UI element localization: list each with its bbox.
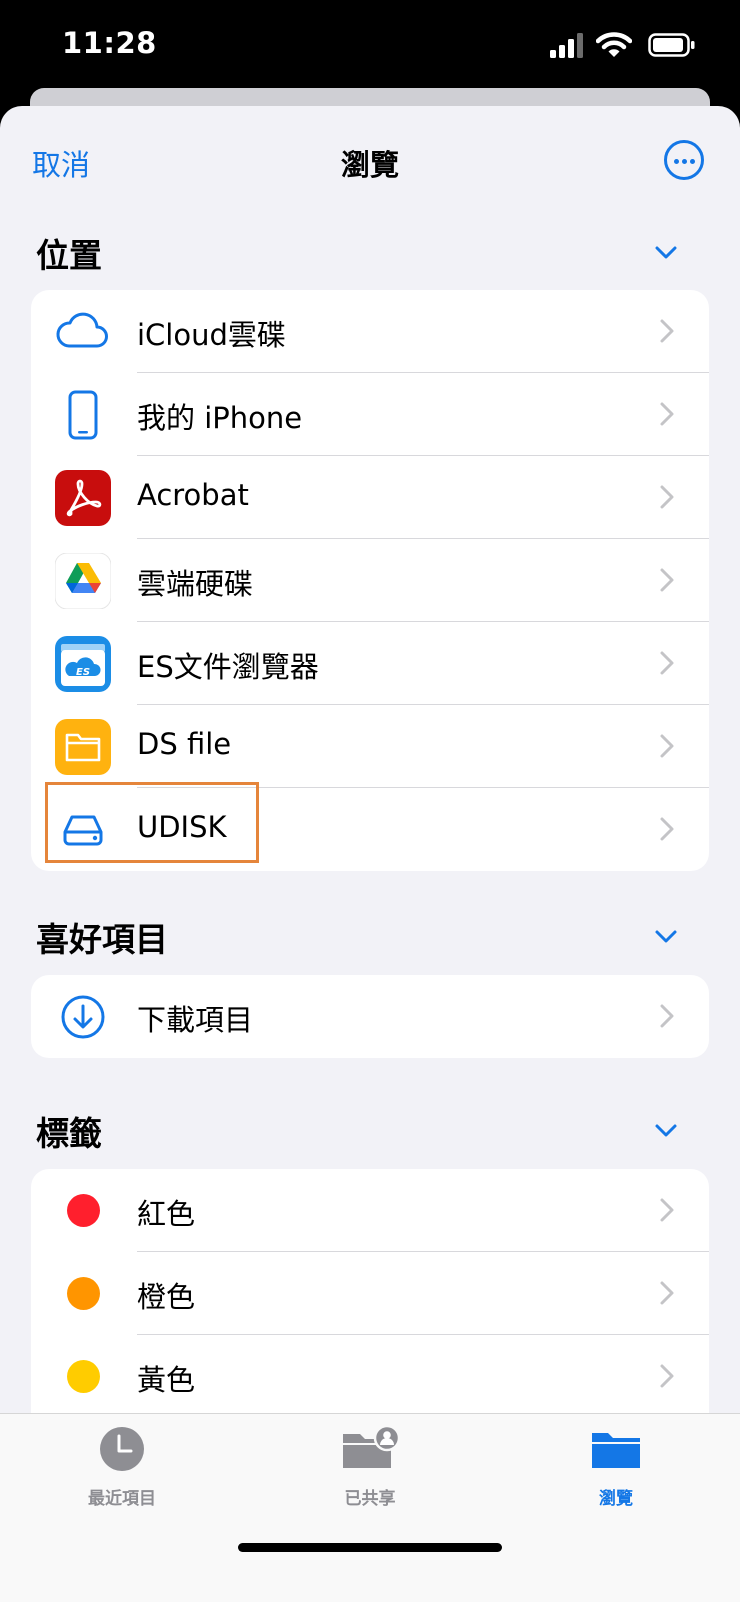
chevron-right-icon <box>660 402 674 426</box>
more-options-button[interactable] <box>664 140 704 180</box>
yellow-tag-dot-icon <box>67 1360 100 1393</box>
battery-icon <box>648 33 695 57</box>
list-item-my-iphone[interactable]: 我的 iPhone <box>31 373 709 456</box>
chevron-right-icon <box>660 1281 674 1305</box>
chevron-right-icon <box>660 734 674 758</box>
folder-icon <box>55 719 111 775</box>
status-icons <box>550 32 700 62</box>
list-item-ds-file[interactable]: DS file <box>31 705 709 788</box>
udisk-highlight-box <box>45 782 259 863</box>
chevron-down-icon[interactable] <box>654 240 678 264</box>
chevron-right-icon <box>660 1004 674 1028</box>
chevron-right-icon <box>660 568 674 592</box>
section-header-locations: 位置 <box>36 236 102 275</box>
list-item-tag-orange[interactable]: 橙色 <box>31 1252 709 1335</box>
tab-browse[interactable]: 瀏覽 <box>516 1426 716 1509</box>
status-time: 11:28 <box>62 26 157 60</box>
ellipsis-dot <box>690 159 695 164</box>
chevron-down-icon[interactable] <box>654 1118 678 1142</box>
page-title: 瀏覽 <box>340 148 399 182</box>
clock-icon <box>100 1427 144 1471</box>
acrobat-icon <box>55 470 111 526</box>
home-indicator[interactable] <box>238 1543 502 1552</box>
shared-folder-icon <box>343 1424 401 1468</box>
chevron-right-icon <box>660 817 674 841</box>
chevron-down-icon[interactable] <box>654 924 678 948</box>
tab-label: 最近項目 <box>88 1489 156 1509</box>
list-item-label: 下載項目 <box>137 1003 254 1037</box>
tags-list: 紅色 橙色 黃色 <box>31 1169 709 1429</box>
tab-shared[interactable]: 已共享 <box>270 1424 470 1509</box>
wifi-icon <box>596 32 632 57</box>
list-item-tag-yellow[interactable]: 黃色 <box>31 1335 709 1418</box>
list-item-label: ES文件瀏覽器 <box>137 650 319 684</box>
chevron-right-icon <box>660 1198 674 1222</box>
list-item-icloud[interactable]: iCloud雲碟 <box>31 290 709 373</box>
ellipsis-icon <box>674 159 679 164</box>
navigation-bar: 取消 瀏覽 <box>0 106 740 216</box>
tab-label: 已共享 <box>344 1489 396 1509</box>
chevron-right-icon <box>660 485 674 509</box>
list-item-label: 雲端硬碟 <box>137 567 254 601</box>
list-item-es-file-explorer[interactable]: ES ES文件瀏覽器 <box>31 622 709 705</box>
list-item-google-drive[interactable]: 雲端硬碟 <box>31 539 709 622</box>
tab-bar: 最近項目 已共享 瀏覽 <box>0 1413 740 1602</box>
chevron-right-icon <box>660 1364 674 1388</box>
ellipsis-dot <box>682 159 687 164</box>
google-drive-icon <box>55 553 111 609</box>
favorites-list: 下載項目 <box>31 975 709 1058</box>
iphone-icon <box>68 390 98 440</box>
signal-icon <box>550 33 583 58</box>
list-item-label: Acrobat <box>137 478 249 512</box>
folder-icon <box>592 1433 640 1468</box>
section-header-favorites: 喜好項目 <box>36 920 168 959</box>
es-file-explorer-icon: ES <box>55 636 111 692</box>
list-item-label: 黃色 <box>137 1363 196 1397</box>
orange-tag-dot-icon <box>67 1277 100 1310</box>
red-tag-dot-icon <box>67 1194 100 1227</box>
list-item-acrobat[interactable]: Acrobat <box>31 456 709 539</box>
download-icon <box>61 995 105 1039</box>
tab-label: 瀏覽 <box>599 1489 633 1509</box>
list-item-tag-red[interactable]: 紅色 <box>31 1169 709 1252</box>
tab-recents[interactable]: 最近項目 <box>22 1426 222 1509</box>
list-item-label: 紅色 <box>137 1197 196 1231</box>
chevron-right-icon <box>660 319 674 343</box>
svg-text:ES: ES <box>76 667 90 678</box>
list-item-label: 橙色 <box>137 1280 196 1314</box>
chevron-right-icon <box>660 651 674 675</box>
list-item-downloads[interactable]: 下載項目 <box>31 975 709 1058</box>
list-item-label: 我的 iPhone <box>137 401 303 435</box>
cloud-icon <box>56 312 108 348</box>
list-item-label: iCloud雲碟 <box>137 318 286 352</box>
list-item-label: DS file <box>137 727 232 761</box>
section-header-tags: 標籤 <box>36 1114 102 1153</box>
